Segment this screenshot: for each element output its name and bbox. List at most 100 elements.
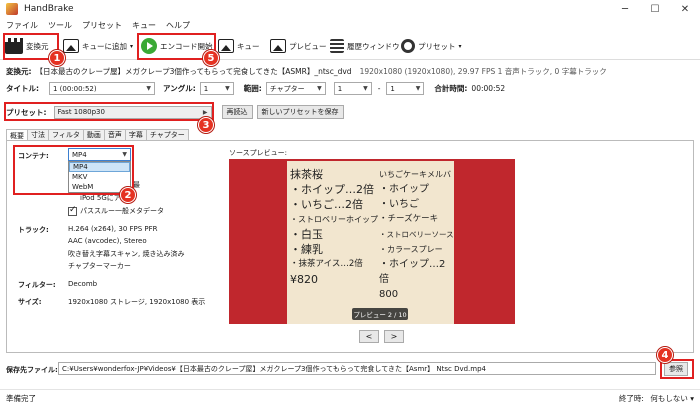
angle-value: 1	[203, 84, 209, 93]
title-label: タイトル:	[6, 84, 39, 93]
passthru-metadata-option[interactable]: パススルー一般メタデータ	[68, 205, 164, 216]
queue-icon	[218, 39, 234, 53]
menu-right-item: ・ストロベリーソース	[379, 230, 454, 239]
tracks-label: トラック:	[18, 226, 49, 234]
gear-icon	[401, 39, 415, 53]
title-select[interactable]: 1 (00:00:52) ▼	[49, 82, 155, 95]
add-queue-label: キューに追加	[82, 41, 127, 51]
menu-left-item: ・ホイップ…2倍	[290, 183, 374, 196]
maximize-icon[interactable]: ☐	[640, 0, 670, 18]
range-start-value: 1	[337, 84, 343, 93]
history-icon	[330, 39, 344, 53]
filters-label: フィルター:	[18, 281, 56, 289]
track-chapters: チャプターマーカー	[68, 262, 131, 270]
menu-left-price: ¥820	[290, 273, 318, 286]
source-preview-image: 抹茶桜 ・ホイップ…2倍 ・いちご…2倍 ・ストロベリーホイップ ・白玉 ・練乳…	[229, 159, 515, 324]
source-preview-label: ソースプレビュー:	[229, 149, 288, 157]
preview-button[interactable]: プレビュー	[270, 34, 327, 58]
menu-right-item: ・いちご	[379, 199, 419, 210]
range-type-value: チャプター	[269, 84, 305, 93]
when-done-label: 終了時:	[618, 394, 644, 403]
preview-counter: プレビュー 2 / 10	[352, 308, 408, 320]
annotation-badge-2: 2	[120, 187, 136, 203]
menu-paper: 抹茶桜 ・ホイップ…2倍 ・いちご…2倍 ・ストロベリーホイップ ・白玉 ・練乳…	[287, 161, 454, 324]
track-video: H.264 (x264), 30 FPS PFR	[68, 225, 158, 233]
add-queue-icon	[63, 39, 79, 53]
tab-filters[interactable]: フィルタ	[48, 129, 84, 140]
menu-right-item: いちごケーキメルバ	[379, 170, 451, 179]
tab-audio[interactable]: 音声	[103, 129, 126, 140]
title-bar: HandBrake ─ ☐ ✕	[0, 0, 700, 18]
destination-path-input[interactable]: C:¥Users¥wonderfox-JP¥Videos¥【日本最古のクレープ屋…	[58, 362, 656, 375]
annotation-badge-3: 3	[198, 117, 214, 133]
close-icon[interactable]: ✕	[670, 0, 700, 18]
tab-subtitles[interactable]: 字幕	[124, 129, 147, 140]
duration-value: 00:00:52	[471, 84, 506, 93]
range-start-select[interactable]: 1 ▼	[333, 82, 372, 95]
status-bar: 準備完了 終了時: 何もしない ▾	[0, 389, 700, 407]
presets-button[interactable]: プリセット ▾	[401, 34, 462, 58]
menu-right-item: ・カラースプレー	[379, 245, 443, 254]
queue-button[interactable]: キュー	[218, 34, 260, 58]
menu-help[interactable]: ヘルプ	[166, 20, 190, 31]
menu-queue[interactable]: キュー	[132, 20, 156, 31]
preview-next-button[interactable]: >	[384, 330, 404, 343]
menu-left-item: ・抹茶アイス…2倍	[290, 259, 363, 269]
menu-left-item: ・白玉	[290, 228, 323, 241]
filters-value: Decomb	[68, 280, 98, 288]
save-new-preset-button[interactable]: 新しいプリセットを保存	[256, 105, 344, 119]
tab-video[interactable]: 動画	[82, 129, 105, 140]
source-name: 【日本最古のクレープ屋】メガクレープ3個作ってもらって完食してきた【ASMR】_…	[35, 67, 352, 76]
passthru-label: パススルー一般メタデータ	[80, 207, 164, 215]
menu-presets[interactable]: プリセット	[82, 20, 122, 31]
web-optimized-label-partial: 最	[133, 181, 140, 189]
add-to-queue-button[interactable]: キューに追加 ▾	[63, 34, 133, 58]
menu-left-item: ・いちご…2倍	[290, 198, 363, 211]
annotation-badge-1: 1	[49, 50, 65, 66]
range-end-value: 1	[390, 84, 395, 93]
menu-left-item: 抹茶桜	[290, 168, 323, 181]
annotation-box-preset	[4, 102, 214, 121]
source-info: 1920x1080 (1920x1080), 29.97 FPS 1 音声トラッ…	[359, 67, 607, 76]
menu-left-column: 抹茶桜 ・ホイップ…2倍 ・いちご…2倍 ・ストロベリーホイップ ・白玉 ・練乳…	[290, 167, 378, 287]
destination-label: 保存先ファイル:	[6, 366, 58, 374]
menu-left-item: ・練乳	[290, 243, 323, 256]
track-subtitles: 吹き替え字幕スキャン, 焼き込み済み	[68, 250, 185, 258]
range-end-select[interactable]: 1 ▼	[386, 82, 425, 95]
menu-file[interactable]: ファイル	[6, 20, 38, 31]
menu-right-item: ・ホイップ	[379, 184, 429, 195]
preview-icon	[270, 39, 286, 53]
preview-label: プレビュー	[289, 41, 327, 51]
tab-chapters[interactable]: チャプター	[145, 129, 189, 140]
reload-preset-button[interactable]: 再読込	[221, 105, 253, 119]
menu-right-item: ・チーズケーキ	[379, 214, 439, 224]
duration-label: 合計時間:	[434, 84, 468, 93]
tab-dimensions[interactable]: 寸法	[27, 129, 49, 140]
title-value: 1 (00:00:52)	[53, 84, 97, 93]
annotation-box-container	[13, 145, 134, 195]
window-title: HandBrake	[24, 4, 74, 14]
source-row: 変換元: 【日本最古のクレープ屋】メガクレープ3個作ってもらって完食してきた【A…	[6, 66, 607, 77]
range-type-select[interactable]: チャプター ▼	[265, 82, 326, 95]
minimize-icon[interactable]: ─	[610, 0, 640, 18]
history-label: 履歴ウィンドウ	[347, 41, 400, 51]
menu-right-column: いちごケーキメルバ ・ホイップ ・いちご ・チーズケーキ ・ストロベリーソース …	[379, 167, 454, 302]
angle-select[interactable]: 1 ▼	[199, 82, 234, 95]
history-button[interactable]: 履歴ウィンドウ	[330, 34, 400, 58]
when-done-value: 何もしない	[650, 394, 688, 403]
title-row: タイトル: 1 (00:00:52) ▼ アングル: 1 ▼ 範囲: チャプター ▼ …	[6, 82, 505, 95]
preview-prev-button[interactable]: <	[359, 330, 379, 343]
settings-tabs: 概要 寸法 フィルタ 動画 音声 字幕 チャプター	[6, 129, 189, 141]
handbrake-logo-icon	[6, 3, 18, 15]
menu-left-item: ・ストロベリーホイップ	[290, 215, 378, 224]
passthru-checkbox[interactable]	[68, 205, 77, 216]
queue-label: キュー	[237, 41, 260, 51]
range-separator: -	[377, 84, 381, 93]
menu-tools[interactable]: ツール	[48, 20, 72, 31]
annotation-badge-5: 5	[203, 50, 219, 66]
when-done-select[interactable]: 何もしない ▾	[650, 394, 694, 403]
angle-label: アングル:	[163, 84, 196, 93]
source-label: 変換元:	[6, 67, 32, 76]
size-value: 1920x1080 ストレージ, 1920x1080 表示	[68, 298, 206, 306]
track-audio: AAC (avcodec), Stereo	[68, 237, 147, 245]
